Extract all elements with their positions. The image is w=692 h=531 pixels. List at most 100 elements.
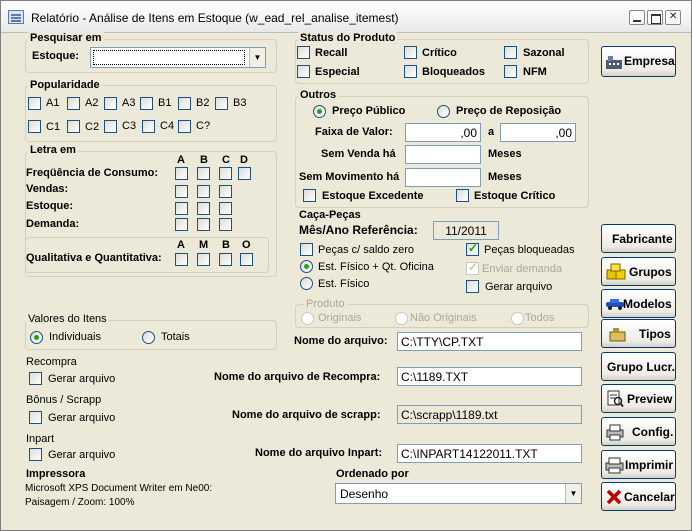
pop-b2-checkbox[interactable] [178,97,191,110]
pop-c3-checkbox[interactable] [104,120,117,133]
sem-venda-input[interactable] [405,145,481,164]
inpart-gerar-checkbox[interactable] [29,448,42,461]
grupo-lucr-button[interactable]: Grupo Lucr. [601,352,676,381]
produto-originais-radio[interactable] [301,312,314,325]
faixa-ate-input[interactable]: ,00 [500,123,576,142]
qual-m-checkbox[interactable] [197,253,210,266]
arquivo-input[interactable]: C:\TTY\CP.TXT [397,332,582,351]
qual-a-checkbox[interactable] [175,253,188,266]
recompra-gerar-checkbox[interactable] [29,372,42,385]
status-bloqueados-checkbox[interactable] [404,65,417,78]
status-critico-label: Crítico [422,47,457,59]
qual-col-a: A [177,239,185,251]
pop-c-unknown-checkbox[interactable] [178,120,191,133]
freq-a-checkbox[interactable] [175,167,188,180]
cancelar-button[interactable]: Cancelar [601,482,676,511]
est-fisico-qt-oficina-radio[interactable] [300,260,313,273]
tipos-label: Tipos [639,327,671,341]
recompra-gerar-label: Gerar arquivo [48,373,116,385]
bonus-gerar-checkbox[interactable] [29,411,42,424]
grupos-button[interactable]: Grupos [601,257,676,286]
status-especial-checkbox[interactable] [297,65,310,78]
estoque-excedente-checkbox[interactable] [303,189,316,202]
pop-c4-checkbox[interactable] [142,120,155,133]
produto-todos-radio[interactable] [511,312,524,325]
enviar-demanda-checkbox[interactable] [466,260,479,275]
arquivo-label: Nome do arquivo: [294,335,388,347]
grupos-label: Grupos [629,265,672,279]
maximize-button[interactable] [647,10,663,25]
totais-radio[interactable] [142,331,155,344]
pop-b3-checkbox[interactable] [215,97,228,110]
freq-c-checkbox[interactable] [219,167,232,180]
estoque-select[interactable]: ▼ [90,47,266,68]
config-button[interactable]: Config. [601,417,676,446]
faixa-de-input[interactable]: ,00 [405,123,481,142]
tipos-button[interactable]: Tipos [601,319,676,348]
estoque-critico-checkbox[interactable] [456,189,469,202]
sem-movimento-input[interactable] [405,168,481,187]
pop-c2-checkbox[interactable] [67,120,80,133]
freq-b-checkbox[interactable] [197,167,210,180]
pop-b3-label: B3 [233,97,247,109]
modelos-button[interactable]: Modelos [601,289,676,318]
chevron-down-icon[interactable]: ▼ [565,484,581,503]
pesquisar-title: Pesquisar em [28,32,104,44]
sem-movimento-label: Sem Movimento há [299,171,400,183]
pop-a2-checkbox[interactable] [67,97,80,110]
estoque-a-checkbox[interactable] [175,202,188,215]
vendas-a-checkbox[interactable] [175,185,188,198]
status-nfm-checkbox[interactable] [504,65,517,78]
imprimir-button[interactable]: Imprimir [601,450,676,479]
pop-c1-checkbox[interactable] [28,120,41,133]
preview-button[interactable]: Preview [601,384,676,413]
demanda-a-checkbox[interactable] [175,218,188,231]
estoque-c-checkbox[interactable] [219,202,232,215]
produto-nao-originais-radio[interactable] [395,312,408,325]
qual-b-checkbox[interactable] [219,253,232,266]
individuais-radio[interactable] [30,331,43,344]
caca-gerar-arquivo-checkbox[interactable] [466,280,479,293]
pop-a3-checkbox[interactable] [104,97,117,110]
empresa-button[interactable]: Empresa [601,46,676,77]
pop-c-unknown-label: C? [196,120,211,132]
est-fisico-radio[interactable] [300,277,313,290]
fabricante-button[interactable]: Fabricante [601,224,676,253]
qual-col-o: O [242,239,251,251]
recompra-file-input[interactable]: C:\1189.TXT [397,367,582,386]
inpart-file-input[interactable]: C:\INPART14122011.TXT [397,444,582,463]
demanda-b-checkbox[interactable] [197,218,210,231]
cancelar-label: Cancelar [624,490,675,504]
ordenado-select[interactable]: Desenho ▼ [335,483,582,504]
chevron-down-icon[interactable]: ▼ [249,48,265,67]
status-critico-checkbox[interactable] [404,46,417,59]
bonus-file-label: Nome do arquivo de scrapp: [232,409,381,421]
qual-o-checkbox[interactable] [240,253,253,266]
pop-b1-checkbox[interactable] [140,97,153,110]
minimize-button[interactable] [629,10,645,25]
valores-title: Valores do Itens [26,313,109,325]
pecas-saldo-zero-checkbox[interactable] [300,243,313,256]
preco-publico-radio[interactable] [313,105,326,118]
status-sazonal-checkbox[interactable] [504,46,517,59]
pop-c4-label: C4 [160,120,175,132]
grupo-lucr-label: Grupo Lucr. [607,360,676,374]
pop-c3-label: C3 [122,120,137,132]
freq-d-checkbox[interactable] [238,167,251,180]
preco-reposicao-radio[interactable] [437,105,450,118]
pop-c2-label: C2 [85,121,100,133]
vendas-c-checkbox[interactable] [219,185,232,198]
bonus-file-input[interactable]: C:\scrapp\1189.txt [397,405,582,424]
pecas-bloqueadas-checkbox[interactable] [466,241,479,256]
mes-ano-input[interactable]: 11/2011 [433,221,499,240]
vendas-b-checkbox[interactable] [197,185,210,198]
demanda-c-checkbox[interactable] [219,218,232,231]
estoque-b-checkbox[interactable] [197,202,210,215]
close-button[interactable] [665,10,681,25]
sem-venda-label: Sem Venda há [321,148,396,160]
pop-a1-checkbox[interactable] [28,97,41,110]
printer-icon [605,457,624,474]
produto-originais-label: Originais [318,312,362,324]
inpart-gerar-label: Gerar arquivo [48,449,116,461]
status-recall-checkbox[interactable] [297,46,310,59]
